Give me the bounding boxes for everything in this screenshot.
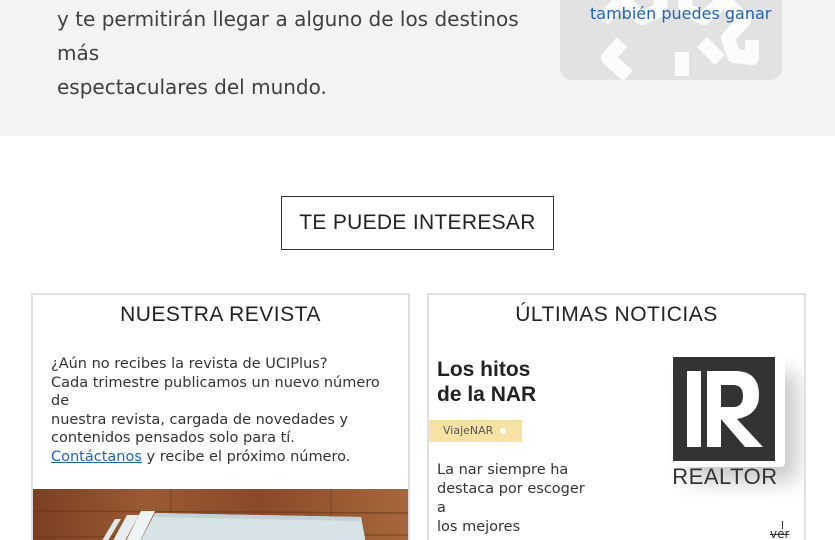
intro-text: y te permitirán llegar a alguno de los d… — [57, 2, 537, 104]
intro-band: y te permitirán llegar a alguno de los d… — [0, 0, 835, 136]
magazine-card: NUESTRA REVISTA ¿Aún no recibes la revis… — [31, 293, 410, 540]
magazine-image — [33, 489, 408, 540]
magazine-contact: Contáctanos y recibe el próximo número. — [51, 449, 350, 465]
news-tag-label: ViajeNAR — [443, 424, 494, 437]
news-title: ÚLTIMAS NOTICIAS — [515, 303, 718, 326]
promo-card[interactable]: también puedes ganar — [560, 0, 782, 80]
magazine-description: ¿Aún no recibes la revista de UCIPlus? C… — [51, 355, 381, 448]
news-summary-line-2: destaca por escoger a — [437, 481, 585, 516]
magazine-line-3: nuestra revista, cargada de novedades y — [51, 411, 349, 428]
contact-link[interactable]: Contáctanos — [51, 449, 142, 465]
news-summary-line-1: La nar siempre ha — [437, 462, 569, 478]
contact-text: y recibe el próximo número. — [141, 449, 351, 465]
magazine-line-1: ¿Aún no recibes la revista de UCIPlus? — [51, 356, 328, 372]
news-headline-line-1: Los hitos — [437, 358, 531, 381]
news-summary: La nar siempre ha destaca por escoger a … — [437, 461, 597, 537]
news-tag[interactable]: ViajeNAR — [429, 420, 522, 442]
news-headline-line-2: de la NAR — [437, 383, 537, 406]
realtor-r-icon — [673, 357, 775, 461]
intro-line-2: espectaculares del mundo. — [57, 75, 327, 99]
te-puede-interesar-button[interactable]: TE PUEDE INTERESAR — [281, 196, 554, 250]
news-summary-line-3: los mejores — [437, 519, 521, 535]
news-more-link[interactable]: ver — [770, 527, 789, 540]
magazine-line-4: contenidos pensados solo para tí. — [51, 430, 295, 447]
tag-dot-icon — [500, 428, 506, 434]
intro-line-1: y te permitirán llegar a alguno de los d… — [57, 7, 519, 65]
realtor-logo: REALTOR — [667, 353, 779, 493]
news-headline[interactable]: Los hitos de la NAR — [437, 357, 637, 407]
realtor-logo-text: REALTOR — [672, 464, 778, 489]
news-card: ÚLTIMAS NOTICIAS Los hitos de la NAR Via… — [427, 293, 806, 540]
magazine-line-2: Cada trimestre publicamos un nuevo númer… — [51, 374, 380, 410]
magazine-title: NUESTRA REVISTA — [120, 303, 321, 326]
promo-link[interactable]: también puedes ganar — [590, 4, 771, 23]
